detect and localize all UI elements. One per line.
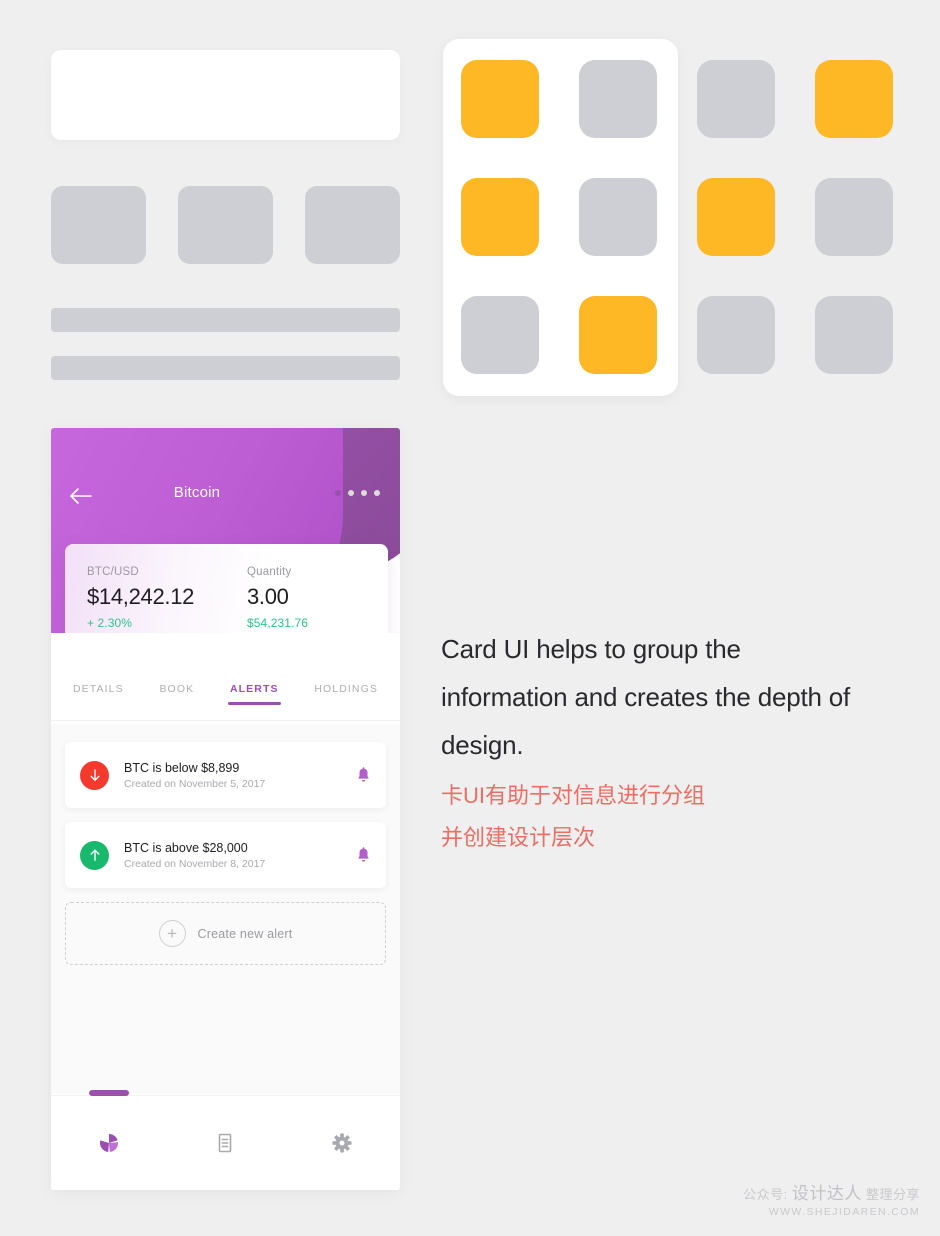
tab-holdings[interactable]: HOLDINGS xyxy=(314,683,378,705)
page-title: Bitcoin xyxy=(173,484,221,501)
price-label: BTC/USD xyxy=(87,566,139,578)
create-alert-label: Create new alert xyxy=(197,926,293,941)
canvas: Bitcoin BTC/USD $14,242.12 + 2.30% Quant… xyxy=(0,0,940,1236)
tab-divider xyxy=(51,720,400,721)
alert-subtitle: Created on November 5, 2017 xyxy=(124,777,266,790)
arrow-up-icon xyxy=(80,840,109,870)
watermark-brand: 设计达人 xyxy=(791,1184,862,1203)
description-chinese-line-2: 并创建设计层次 xyxy=(441,825,596,850)
tile-6 xyxy=(579,178,657,256)
quote-card: BTC/USD $14,242.12 + 2.30% Quantity 3.00… xyxy=(65,544,388,633)
pagination-dot-4[interactable] xyxy=(374,490,380,496)
alerts-list: BTC is below $8,899 Created on November … xyxy=(51,724,400,1094)
gear-icon xyxy=(332,1133,352,1153)
bell-icon[interactable] xyxy=(346,846,380,864)
pagination-dots[interactable] xyxy=(335,490,380,496)
price-change: + 2.30% xyxy=(87,616,133,630)
pagination-dot-3[interactable] xyxy=(361,490,367,496)
tile-12 xyxy=(815,296,893,374)
tab-alerts[interactable]: ALERTS xyxy=(227,683,281,705)
quantity-label: Quantity xyxy=(247,566,292,578)
placeholder-bar-2 xyxy=(51,356,400,380)
placeholder-square-row xyxy=(51,186,400,264)
tile-3 xyxy=(697,60,775,138)
watermark: 公众号: 设计达人 整理分享 WWW.SHEJIDAREN.COM xyxy=(743,1179,920,1218)
tile-10 xyxy=(579,296,657,374)
tile-7 xyxy=(697,178,775,256)
placeholder-card xyxy=(51,50,400,140)
alert-text-1: BTC is below $8,899 Created on November … xyxy=(124,761,346,790)
placeholder-bar-1 xyxy=(51,308,400,332)
tab-details[interactable]: DETAILS xyxy=(73,683,124,705)
pagination-dot-1[interactable] xyxy=(335,490,341,496)
tile-grid xyxy=(461,60,895,378)
placeholder-square-2 xyxy=(178,186,273,264)
alert-title: BTC is below $8,899 xyxy=(124,760,240,775)
description-block: Card UI helps to group the information a… xyxy=(441,625,861,859)
tile-9 xyxy=(461,296,539,374)
description-english: Card UI helps to group the information a… xyxy=(441,634,851,760)
phone-mockup: Bitcoin BTC/USD $14,242.12 + 2.30% Quant… xyxy=(51,428,400,1190)
list-icon xyxy=(219,1133,232,1153)
alert-text-2: BTC is above $28,000 Created on November… xyxy=(124,841,346,870)
tile-2 xyxy=(579,60,657,138)
nav-item-portfolio[interactable] xyxy=(51,1090,167,1190)
watermark-suffix: 整理分享 xyxy=(861,1187,920,1202)
tile-5 xyxy=(461,178,539,256)
placeholder-square-1 xyxy=(51,186,146,264)
tile-1 xyxy=(461,60,539,138)
bottom-navigation xyxy=(51,1090,400,1190)
quantity-value: 3.00 xyxy=(247,584,289,609)
tile-4 xyxy=(815,60,893,138)
tab-bar: DETAILS BOOK ALERTS HOLDINGS xyxy=(51,683,400,723)
tile-11 xyxy=(697,296,775,374)
arrow-down-icon xyxy=(80,760,109,790)
tile-8 xyxy=(815,178,893,256)
create-new-alert-button[interactable]: + Create new alert xyxy=(65,902,386,965)
watermark-url: WWW.SHEJIDAREN.COM xyxy=(768,1206,920,1218)
watermark-prefix: 公众号: xyxy=(743,1187,792,1202)
alert-title: BTC is above $28,000 xyxy=(124,840,248,855)
price-value: $14,242.12 xyxy=(87,584,195,609)
quote-column-price: BTC/USD $14,242.12 + 2.30% xyxy=(87,566,247,633)
alert-row-1[interactable]: BTC is below $8,899 Created on November … xyxy=(65,742,386,808)
placeholder-square-3 xyxy=(305,186,400,264)
bell-icon[interactable] xyxy=(346,766,380,784)
alert-row-2[interactable]: BTC is above $28,000 Created on November… xyxy=(65,822,386,888)
plus-icon: + xyxy=(158,920,186,947)
phone-header: Bitcoin BTC/USD $14,242.12 + 2.30% Quant… xyxy=(51,428,400,633)
description-chinese-line-1: 卡UI有助于对信息进行分组 xyxy=(441,783,706,808)
nav-item-settings[interactable] xyxy=(284,1096,400,1190)
pagination-dot-2[interactable] xyxy=(348,490,354,496)
pie-chart-icon xyxy=(100,1133,119,1152)
alert-subtitle: Created on November 8, 2017 xyxy=(124,857,266,870)
watermark-brand-line: 公众号: 设计达人 整理分享 xyxy=(743,1179,920,1204)
quote-column-quantity: Quantity 3.00 $54,231.76 xyxy=(247,566,387,633)
quantity-total: $54,231.76 xyxy=(247,616,309,630)
nav-item-orders[interactable] xyxy=(167,1096,283,1190)
tab-book[interactable]: BOOK xyxy=(159,683,194,705)
active-indicator xyxy=(89,1090,130,1096)
